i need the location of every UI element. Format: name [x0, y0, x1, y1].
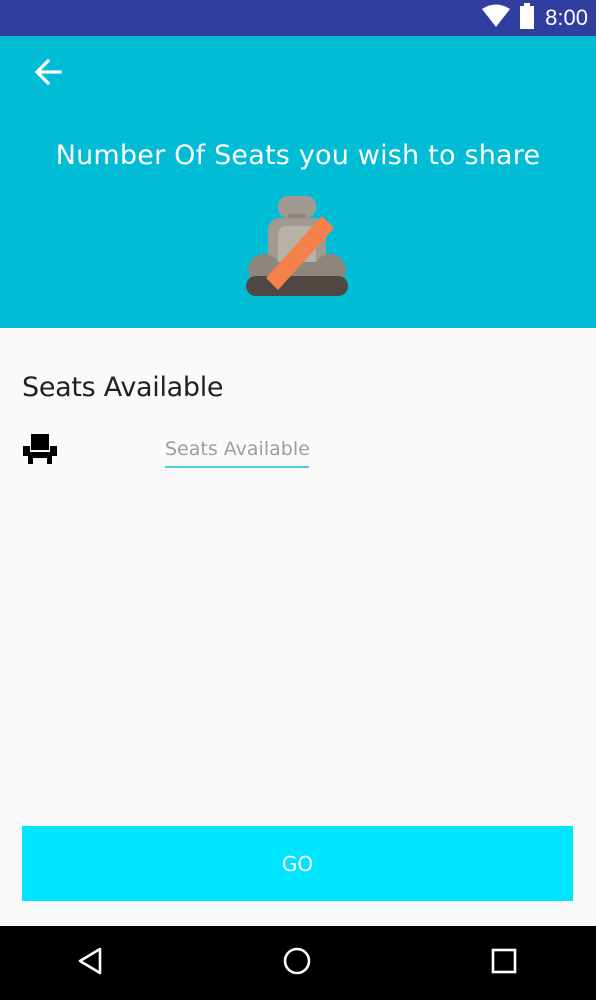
- battery-icon: [519, 2, 535, 34]
- wifi-icon: [481, 4, 511, 33]
- car-seat-illustration: [244, 194, 350, 300]
- status-time: 8:00: [545, 5, 588, 30]
- header: Number Of Seats you wish to share: [0, 36, 596, 328]
- navigation-bar: [0, 926, 596, 1000]
- screen: 8:00 Number Of Seats you wish to share S…: [0, 0, 596, 1000]
- back-button[interactable]: [20, 56, 76, 92]
- seats-available-input[interactable]: [165, 432, 309, 468]
- status-icons: 8:00: [481, 2, 588, 34]
- back-triangle-icon: [75, 946, 105, 981]
- nav-back-button[interactable]: [50, 926, 130, 1000]
- recents-square-icon: [490, 947, 518, 980]
- nav-home-button[interactable]: [257, 926, 337, 1000]
- seat-icon: [22, 432, 58, 466]
- page-title: Number Of Seats you wish to share: [55, 140, 541, 171]
- arrow-back-icon: [34, 58, 62, 91]
- home-circle-icon: [282, 946, 312, 981]
- nav-recents-button[interactable]: [464, 926, 544, 1000]
- seats-available-label: Seats Available: [22, 372, 224, 403]
- status-bar: 8:00: [0, 0, 596, 36]
- go-button[interactable]: GO: [22, 826, 573, 901]
